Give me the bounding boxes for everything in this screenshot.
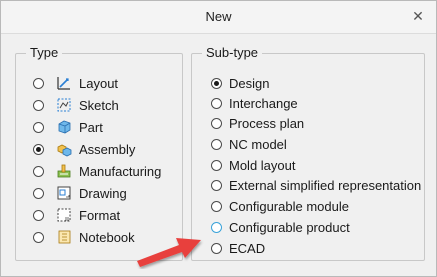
subtype-label-ecad: ECAD [229, 240, 266, 256]
subtype-option-mold-layout[interactable]: Mold layout [211, 155, 295, 175]
layout-icon [57, 77, 70, 90]
type-option-manufacturing[interactable]: Manufacturing [33, 161, 161, 181]
radio-manufacturing[interactable] [33, 165, 44, 177]
assembly-icon [57, 144, 72, 157]
type-option-notebook[interactable]: Notebook [33, 227, 135, 247]
type-option-part[interactable]: Part [33, 117, 103, 137]
subtype-option-ecad[interactable]: ECAD [211, 238, 265, 258]
type-option-layout[interactable]: Layout [33, 73, 118, 93]
radio-design[interactable] [211, 77, 222, 89]
radio-mold-layout[interactable] [211, 159, 222, 171]
subtype-label-nc-model: NC model [229, 136, 287, 152]
type-label-assembly: Assembly [79, 141, 136, 157]
subtype-option-interchange[interactable]: Interchange [211, 93, 298, 113]
type-label-format: Format [79, 207, 121, 223]
radio-configurable-module[interactable] [211, 200, 222, 212]
subtype-label-configurable-product: Configurable product [229, 219, 350, 235]
radio-drawing[interactable] [33, 187, 44, 199]
radio-layout[interactable] [33, 77, 44, 89]
subtype-label-interchange: Interchange [229, 95, 298, 111]
dialog-title: New [205, 9, 232, 24]
type-option-sketch[interactable]: Sketch [33, 95, 119, 115]
type-option-drawing[interactable]: Drawing [33, 183, 127, 203]
radio-notebook[interactable] [33, 231, 44, 243]
subtype-group: Sub-type Design Interchange Process plan… [191, 45, 425, 261]
subtype-option-configurable-module[interactable]: Configurable module [211, 196, 349, 216]
type-label-notebook: Notebook [79, 229, 135, 245]
radio-ecad[interactable] [211, 242, 222, 254]
type-option-format[interactable]: Format [33, 205, 120, 225]
red-arrow-icon [137, 238, 201, 267]
subtype-label-external-simplified-representation: External simplified representation [229, 177, 422, 193]
type-label-sketch: Sketch [79, 97, 119, 113]
drawing-icon [57, 186, 71, 200]
format-icon [57, 208, 71, 222]
subtype-option-configurable-product[interactable]: Configurable product [211, 217, 350, 237]
title-bar: New ✕ [1, 1, 436, 34]
type-option-assembly[interactable]: Assembly [33, 139, 135, 159]
subtype-label-design: Design [229, 75, 270, 91]
subtype-option-nc-model[interactable]: NC model [211, 134, 287, 154]
type-label-manufacturing: Manufacturing [79, 163, 162, 179]
radio-nc-model[interactable] [211, 138, 222, 150]
subtype-label-configurable-module: Configurable module [229, 198, 349, 214]
radio-configurable-product[interactable] [211, 221, 222, 233]
close-icon[interactable]: ✕ [410, 8, 426, 24]
subtype-option-design[interactable]: Design [211, 73, 269, 93]
subtype-label-process-plan: Process plan [229, 115, 305, 131]
subtype-option-external-simplified-representation[interactable]: External simplified representation [211, 175, 421, 195]
sketch-icon [57, 98, 71, 112]
radio-external-simplified-representation[interactable] [211, 179, 222, 191]
radio-process-plan[interactable] [211, 117, 222, 129]
subtype-label-mold-layout: Mold layout [229, 157, 296, 173]
radio-interchange[interactable] [211, 97, 222, 109]
type-legend: Type [26, 45, 63, 60]
type-label-layout: Layout [79, 75, 119, 91]
subtype-legend: Sub-type [202, 45, 263, 60]
subtype-option-process-plan[interactable]: Process plan [211, 113, 304, 133]
new-dialog: New ✕ Type Layout Sketch Part Assembly M… [0, 0, 437, 277]
radio-sketch[interactable] [33, 99, 44, 111]
type-label-part: Part [79, 119, 103, 135]
radio-format[interactable] [33, 209, 44, 221]
part-icon [58, 120, 71, 134]
radio-part[interactable] [33, 121, 44, 133]
type-label-drawing: Drawing [79, 185, 127, 201]
manufacturing-icon [57, 164, 71, 178]
radio-assembly[interactable] [33, 143, 44, 155]
notebook-icon [58, 230, 71, 244]
